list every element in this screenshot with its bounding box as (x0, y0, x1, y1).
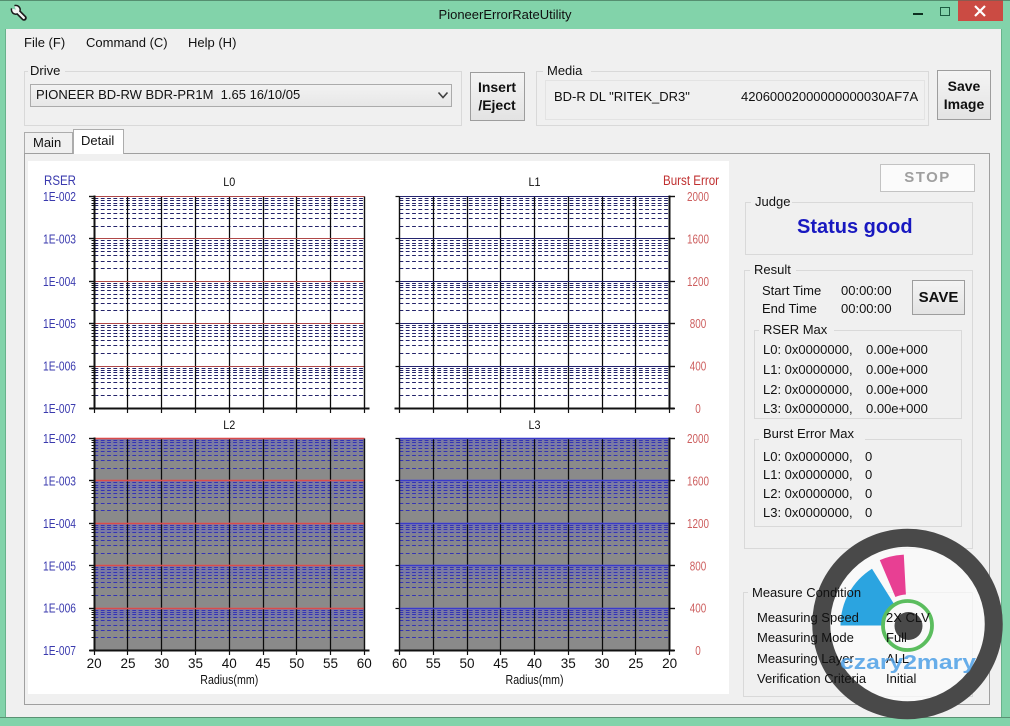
svg-text:czary2mary: czary2mary (840, 652, 977, 674)
